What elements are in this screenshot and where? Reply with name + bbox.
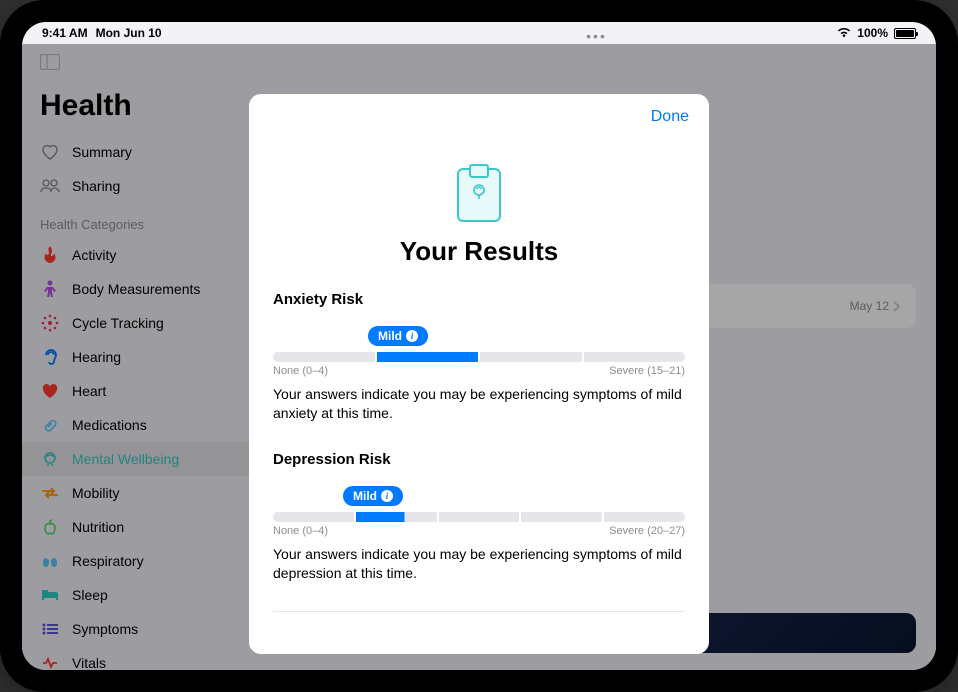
battery-icon <box>894 28 916 39</box>
done-button[interactable]: Done <box>651 108 689 126</box>
scale-max: Severe (20–27) <box>609 525 685 537</box>
anxiety-section: Anxiety Risk Mild i <box>273 291 685 423</box>
depression-scale: None (0–4) Severe (20–27) <box>273 512 685 537</box>
results-modal: Done Your Results Anxiety Risk Mild i <box>249 94 709 654</box>
depression-description: Your answers indicate you may be experie… <box>273 545 685 583</box>
depression-badge[interactable]: Mild i <box>343 486 403 506</box>
anxiety-badge[interactable]: Mild i <box>368 326 428 346</box>
scale-max: Severe (15–21) <box>609 365 685 377</box>
divider <box>273 611 685 612</box>
status-date: Mon Jun 10 <box>96 26 162 40</box>
modal-title: Your Results <box>273 236 685 267</box>
info-icon: i <box>381 490 393 502</box>
clipboard-icon <box>273 168 685 222</box>
screen: 9:41 AM Mon Jun 10 100% Health Summary <box>22 22 936 670</box>
depression-label: Depression Risk <box>273 451 685 468</box>
anxiety-scale: None (0–4) Severe (15–21) <box>273 352 685 377</box>
anxiety-label: Anxiety Risk <box>273 291 685 308</box>
info-icon: i <box>406 330 418 342</box>
scale-min: None (0–4) <box>273 365 328 377</box>
status-bar: 9:41 AM Mon Jun 10 100% <box>22 22 936 44</box>
device-frame: 9:41 AM Mon Jun 10 100% Health Summary <box>0 0 958 692</box>
battery-percent: 100% <box>857 26 888 40</box>
anxiety-description: Your answers indicate you may be experie… <box>273 385 685 423</box>
wifi-icon <box>837 26 851 40</box>
depression-section: Depression Risk Mild i <box>273 451 685 583</box>
status-time: 9:41 AM <box>42 26 88 40</box>
scale-min: None (0–4) <box>273 525 328 537</box>
multitask-dots-icon[interactable]: ••• <box>586 28 607 44</box>
